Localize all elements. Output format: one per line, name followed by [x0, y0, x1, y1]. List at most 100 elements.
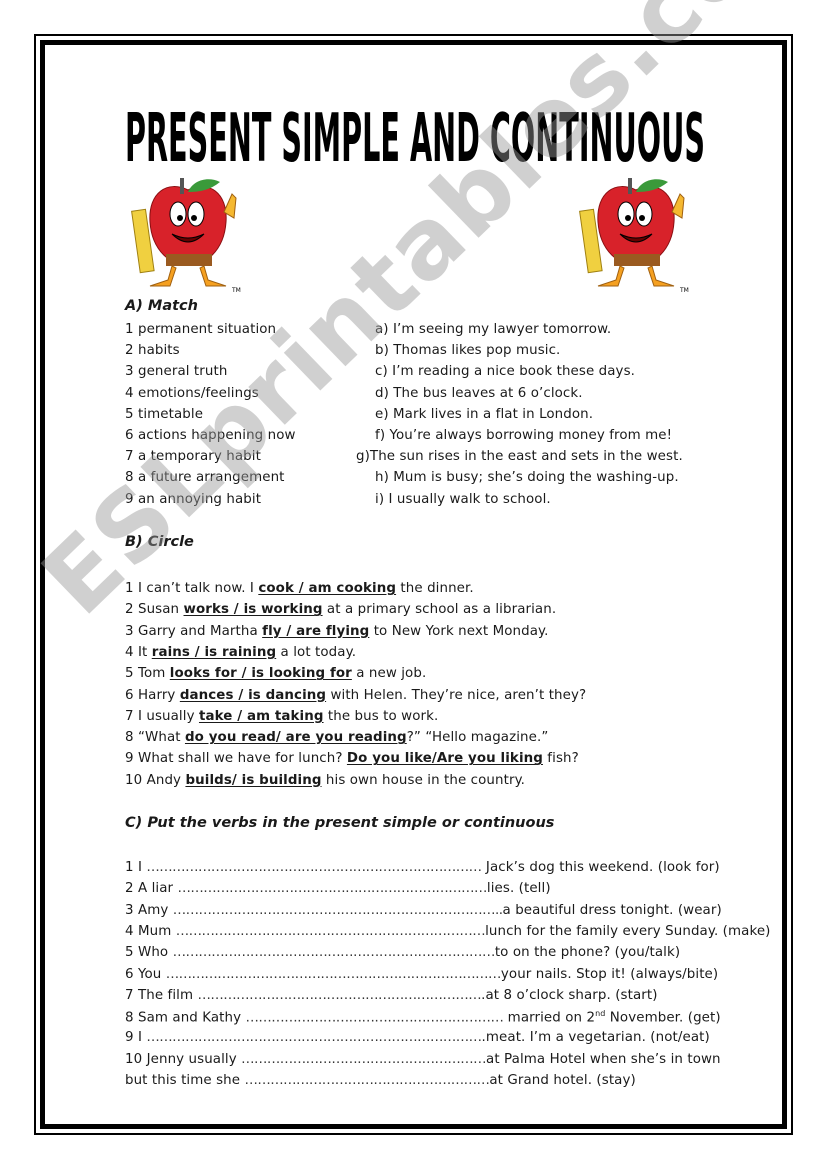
item-text: to on the phone? (you/talk)	[494, 945, 681, 961]
item-text: to New York next Monday.	[369, 623, 549, 639]
item-text: 4 It	[125, 644, 152, 660]
item-text: 6 You	[125, 966, 166, 982]
item-text: but this time she	[125, 1073, 245, 1088]
fill-in-item: 8 Sam and Kathy …………………………………………………… mar…	[125, 1009, 721, 1025]
match-answer: a) I’m seeing my lawyer tomorrow.	[375, 322, 612, 337]
ordinal-suffix: nd	[595, 1009, 606, 1019]
circle-item: 1 I can’t talk now. I cook / am cooking …	[125, 581, 474, 596]
item-text: 8 Sam and Kathy	[125, 1010, 246, 1026]
answer-blank[interactable]: ………………………………………………………………	[178, 881, 488, 896]
verb-options[interactable]: do you read/ are you reading	[185, 730, 407, 745]
match-answer: e) Mark lives in a flat in London.	[375, 406, 594, 422]
fill-in-item: 5 Who …………………………………………………………………to on the…	[125, 945, 680, 960]
item-text: ?” “Hello magazine.”	[406, 730, 549, 746]
verb-options[interactable]: take / am taking	[199, 709, 324, 724]
answer-blank[interactable]: …………………………………………………	[241, 1052, 486, 1067]
item-text: 6 Harry	[125, 687, 180, 703]
item-text: a new job.	[351, 666, 427, 682]
item-text: 7 I usually	[125, 708, 199, 724]
item-text: 10 Jenny usually	[125, 1051, 242, 1067]
circle-item: 6 Harry dances / is dancing with Helen. …	[125, 688, 586, 703]
verb-options[interactable]: looks for / is looking for	[170, 666, 352, 681]
item-text: at a primary school as a librarian.	[322, 602, 557, 618]
apple-mascot-icon: TM	[128, 172, 248, 297]
item-text: 4 Mum	[125, 923, 176, 939]
verb-options[interactable]: Do you like/Are you liking	[347, 751, 543, 766]
circle-item: 9 What shall we have for lunch? Do you l…	[125, 751, 579, 766]
circle-item: 3 Garry and Martha fly / are flying to N…	[125, 624, 549, 639]
fill-in-item: 1 I …………………………………………………………………… Jack’s do…	[125, 860, 720, 875]
answer-blank[interactable]: ………………………………………………………………	[176, 924, 486, 939]
match-answer: c) I’m reading a nice book these days.	[375, 364, 635, 380]
fill-in-item: 4 Mum ………………………………………………………………lunch for …	[125, 924, 771, 939]
fill-in-item: 6 You ……………………………………………………………………your nai…	[125, 967, 718, 982]
item-text: 1 I	[125, 860, 147, 875]
answer-blank[interactable]: ……………………………………………………………………	[166, 967, 502, 982]
item-text: 9 What shall we have for lunch?	[125, 751, 347, 767]
item-text: the bus to work.	[323, 708, 439, 724]
circle-item: 10 Andy builds/ is building his own hous…	[125, 773, 525, 788]
fill-in-item: 9 I …………………………………………………………………….meat. I’m…	[125, 1030, 710, 1045]
match-answer: i) I usually walk to school.	[375, 491, 551, 507]
item-text: 2 Susan	[125, 602, 184, 618]
answer-blank[interactable]: …………………………………………………………………..	[173, 903, 503, 918]
item-text: a beautiful dress tonight. (wear)	[502, 902, 722, 918]
circle-item: 8 “What do you read/ are you reading?” “…	[125, 730, 548, 745]
fill-in-item: but this time she …………………………………………………at …	[125, 1073, 636, 1088]
title-text: PRESENT SIMPLE AND CONTINUOUS	[125, 100, 705, 176]
match-prompt: 1 permanent situation	[125, 322, 277, 337]
item-text: 5 Tom	[125, 666, 170, 682]
match-answer: b) Thomas likes pop music.	[375, 343, 561, 359]
answer-blank[interactable]: ……………………………………………………	[246, 1011, 504, 1026]
item-text: 5 Who	[125, 945, 173, 961]
item-text: with Helen. They’re nice, aren’t they?	[326, 687, 587, 703]
item-text: .at 8 o’clock sharp. (start)	[481, 987, 658, 1003]
item-text: 3 Garry and Martha	[125, 623, 263, 639]
item-text: 10 Andy	[125, 772, 186, 788]
item-text: your nails. Stop it! (always/bite)	[500, 966, 719, 982]
item-text: his own house in the country.	[321, 772, 526, 788]
answer-blank[interactable]: …………………………………………………	[244, 1073, 489, 1088]
apple-mascot-icon: TM	[576, 172, 696, 297]
match-prompt: 5 timetable	[125, 406, 204, 422]
item-text: November. (get)	[605, 1010, 721, 1026]
circle-item: 2 Susan works / is working at a primary …	[125, 602, 556, 617]
item-text: .meat. I’m a vegetarian. (not/eat)	[481, 1030, 710, 1046]
item-text: 2 A liar	[125, 881, 178, 897]
verb-options[interactable]: works / is working	[184, 602, 323, 617]
fill-in-item: 10 Jenny usually …………………………………………………at P…	[125, 1052, 721, 1067]
item-text: at Palma Hotel when she’s in town	[486, 1051, 721, 1067]
fill-in-item: 7 The film ………………………………………………………….at 8 o…	[125, 988, 658, 1003]
match-prompt: 8 a future arrangement	[125, 470, 285, 486]
item-text: 7 The film	[125, 987, 198, 1003]
trademark-label: TM	[679, 287, 689, 294]
section-a-heading: A) Match	[125, 298, 198, 314]
verb-options[interactable]: builds/ is building	[185, 773, 321, 788]
answer-blank[interactable]: ……………………………………………………………………	[146, 860, 482, 875]
item-text: fish?	[542, 751, 579, 767]
item-text: 3 Amy	[125, 902, 173, 918]
match-prompt: 4 emotions/feelings	[125, 385, 259, 401]
match-answer: f) You’re always borrowing money from me…	[375, 428, 673, 443]
item-text: lunch for the family every Sunday. (make…	[485, 923, 771, 939]
fill-in-item: 3 Amy …………………………………………………………………..a beaut…	[125, 903, 722, 918]
verb-options[interactable]: fly / are flying	[262, 624, 369, 639]
match-prompt: 6 actions happening now	[125, 428, 296, 443]
verb-options[interactable]: dances / is dancing	[180, 688, 326, 703]
match-answer: d) The bus leaves at 6 o’clock.	[375, 385, 583, 401]
item-text: Jack’s dog this weekend. (look for)	[481, 860, 720, 875]
answer-blank[interactable]: …………………………………………………………	[198, 988, 482, 1003]
verb-options[interactable]: rains / is raining	[152, 645, 276, 660]
match-prompt: 7 a temporary habit	[125, 449, 261, 465]
verb-options[interactable]: cook / am cooking	[258, 581, 396, 596]
item-text: 9 I	[125, 1030, 147, 1046]
circle-item: 4 It rains / is raining a lot today.	[125, 645, 356, 660]
match-answer: h) Mum is busy; she’s doing the washing-…	[375, 470, 679, 486]
answer-blank[interactable]: ……………………………………………………………………	[146, 1030, 482, 1045]
section-b-heading: B) Circle	[125, 534, 194, 550]
answer-blank[interactable]: …………………………………………………………………	[173, 945, 496, 960]
match-answer: g)The sun rises in the east and sets in …	[356, 449, 683, 465]
item-text: a lot today.	[276, 644, 357, 660]
match-prompt: 9 an annoying habit	[125, 491, 262, 507]
item-text: at Grand hotel. (stay)	[489, 1073, 636, 1088]
